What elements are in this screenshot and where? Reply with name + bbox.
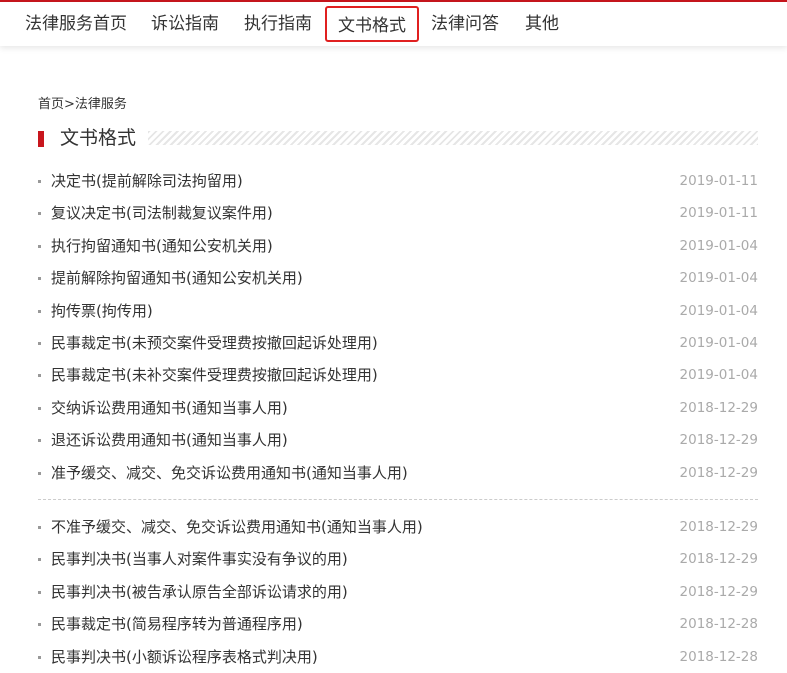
list-item[interactable]: 提前解除拘留通知书(通知公安机关用) 2019-01-04: [38, 262, 758, 294]
document-title-link[interactable]: 民事判决书(被告承认原告全部诉讼请求的用): [51, 576, 348, 608]
document-date: 2019-01-04: [679, 334, 758, 351]
list-item[interactable]: 民事裁定书(未补交案件受理费按撤回起诉处理用) 2019-01-04: [38, 359, 758, 391]
list-item[interactable]: 准予缓交、减交、免交诉讼费用通知书(通知当事人用) 2018-12-29: [38, 457, 758, 489]
document-title-link[interactable]: 决定书(提前解除司法拘留用): [51, 165, 243, 197]
document-date: 2019-01-04: [679, 302, 758, 319]
list-item[interactable]: 民事判决书(当事人对案件事实没有争议的用) 2018-12-29: [38, 543, 758, 575]
document-date: 2018-12-29: [679, 551, 758, 568]
bullet-icon: [38, 471, 41, 475]
bullet-icon: [38, 244, 41, 248]
bullet-icon: [38, 623, 41, 627]
bullet-icon: [38, 277, 41, 281]
document-title-link[interactable]: 民事裁定书(未预交案件受理费按撤回起诉处理用): [51, 327, 378, 359]
document-title-link[interactable]: 民事判决书(当事人对案件事实没有争议的用): [51, 543, 348, 575]
list-item[interactable]: 退还诉讼费用通知书(通知当事人用) 2018-12-29: [38, 424, 758, 456]
document-date: 2018-12-29: [679, 432, 758, 449]
bullet-icon: [38, 655, 41, 659]
section-title: 文书格式: [60, 127, 137, 149]
document-date: 2018-12-28: [679, 648, 758, 665]
document-date: 2018-12-28: [679, 616, 758, 633]
section-stripe-decoration: [148, 131, 758, 145]
list-divider: [38, 499, 758, 500]
document-title-link[interactable]: 准予缓交、减交、免交诉讼费用通知书(通知当事人用): [51, 457, 408, 489]
document-title-link[interactable]: 民事裁定书(简易程序转为普通程序用): [51, 608, 303, 640]
document-date: 2018-12-29: [679, 519, 758, 535]
document-list-group-2: 不准予缓交、减交、免交诉讼费用通知书(通知当事人用) 2018-12-29 民事判决…: [38, 511, 758, 673]
breadcrumb: 首页>法律服务: [38, 93, 127, 112]
nav-item-document-formats[interactable]: 文书格式: [325, 6, 419, 42]
document-title-link[interactable]: 提前解除拘留通知书(通知公安机关用): [51, 262, 303, 294]
document-date: 2019-01-04: [679, 367, 758, 384]
top-navigation: 法律服务首页 诉讼指南 执行指南 文书格式 法律问答 其他: [0, 2, 787, 46]
bullet-icon: [38, 526, 41, 529]
list-item[interactable]: 决定书(提前解除司法拘留用) 2019-01-11: [38, 165, 758, 197]
document-title-link[interactable]: 复议决定书(司法制裁复议案件用): [51, 197, 273, 229]
document-date: 2018-12-29: [679, 583, 758, 600]
list-item[interactable]: 民事判决书(小额诉讼程序表格式判决用) 2018-12-28: [38, 641, 758, 673]
document-date: 2019-01-04: [679, 237, 758, 254]
breadcrumb-home-link[interactable]: 首页: [38, 97, 64, 112]
breadcrumb-separator: >: [64, 97, 75, 112]
document-title-link[interactable]: 不准予缓交、减交、免交诉讼费用通知书(通知当事人用): [51, 511, 423, 543]
list-item[interactable]: 执行拘留通知书(通知公安机关用) 2019-01-04: [38, 230, 758, 262]
document-title-link[interactable]: 民事裁定书(未补交案件受理费按撤回起诉处理用): [51, 359, 378, 391]
list-item[interactable]: 复议决定书(司法制裁复议案件用) 2019-01-11: [38, 197, 758, 229]
document-date: 2019-01-04: [679, 270, 758, 287]
nav-item-legal-service-home[interactable]: 法律服务首页: [25, 2, 127, 46]
document-date: 2018-12-29: [679, 464, 758, 481]
document-title-link[interactable]: 退还诉讼费用通知书(通知当事人用): [51, 424, 288, 456]
list-item[interactable]: 交纳诉讼费用通知书(通知当事人用) 2018-12-29: [38, 392, 758, 424]
bullet-icon: [38, 439, 41, 443]
bullet-icon: [38, 341, 41, 345]
nav-item-other[interactable]: 其他: [525, 2, 559, 46]
bullet-icon: [38, 212, 41, 216]
bullet-icon: [38, 374, 41, 378]
nav-item-execution-guide[interactable]: 执行指南: [244, 2, 312, 46]
document-date: 2019-01-11: [679, 205, 758, 222]
section-header: 文书格式: [38, 126, 758, 150]
nav-item-legal-qa[interactable]: 法律问答: [431, 2, 499, 46]
nav-item-litigation-guide[interactable]: 诉讼指南: [151, 2, 219, 46]
bullet-icon: [38, 558, 41, 562]
list-item[interactable]: 民事裁定书(简易程序转为普通程序用) 2018-12-28: [38, 608, 758, 640]
document-title-link[interactable]: 交纳诉讼费用通知书(通知当事人用): [51, 392, 288, 424]
bullet-icon: [38, 590, 41, 594]
document-title-link[interactable]: 拘传票(拘传用): [51, 295, 153, 327]
breadcrumb-current-link[interactable]: 法律服务: [75, 97, 127, 112]
list-item[interactable]: 拘传票(拘传用) 2019-01-04: [38, 295, 758, 327]
document-list-group-1: 决定书(提前解除司法拘留用) 2019-01-11 复议决定书(司法制裁复议案件用)…: [38, 165, 758, 489]
bullet-icon: [38, 180, 41, 183]
bullet-icon: [38, 309, 41, 313]
list-item[interactable]: 民事裁定书(未预交案件受理费按撤回起诉处理用) 2019-01-04: [38, 327, 758, 359]
bullet-icon: [38, 406, 41, 410]
document-date: 2018-12-29: [679, 399, 758, 416]
section-marker-bar: [38, 131, 44, 147]
list-item[interactable]: 民事判决书(被告承认原告全部诉讼请求的用) 2018-12-29: [38, 576, 758, 608]
document-date: 2019-01-11: [679, 173, 758, 189]
document-title-link[interactable]: 执行拘留通知书(通知公安机关用): [51, 230, 273, 262]
list-item[interactable]: 不准予缓交、减交、免交诉讼费用通知书(通知当事人用) 2018-12-29: [38, 511, 758, 543]
document-title-link[interactable]: 民事判决书(小额诉讼程序表格式判决用): [51, 641, 318, 673]
